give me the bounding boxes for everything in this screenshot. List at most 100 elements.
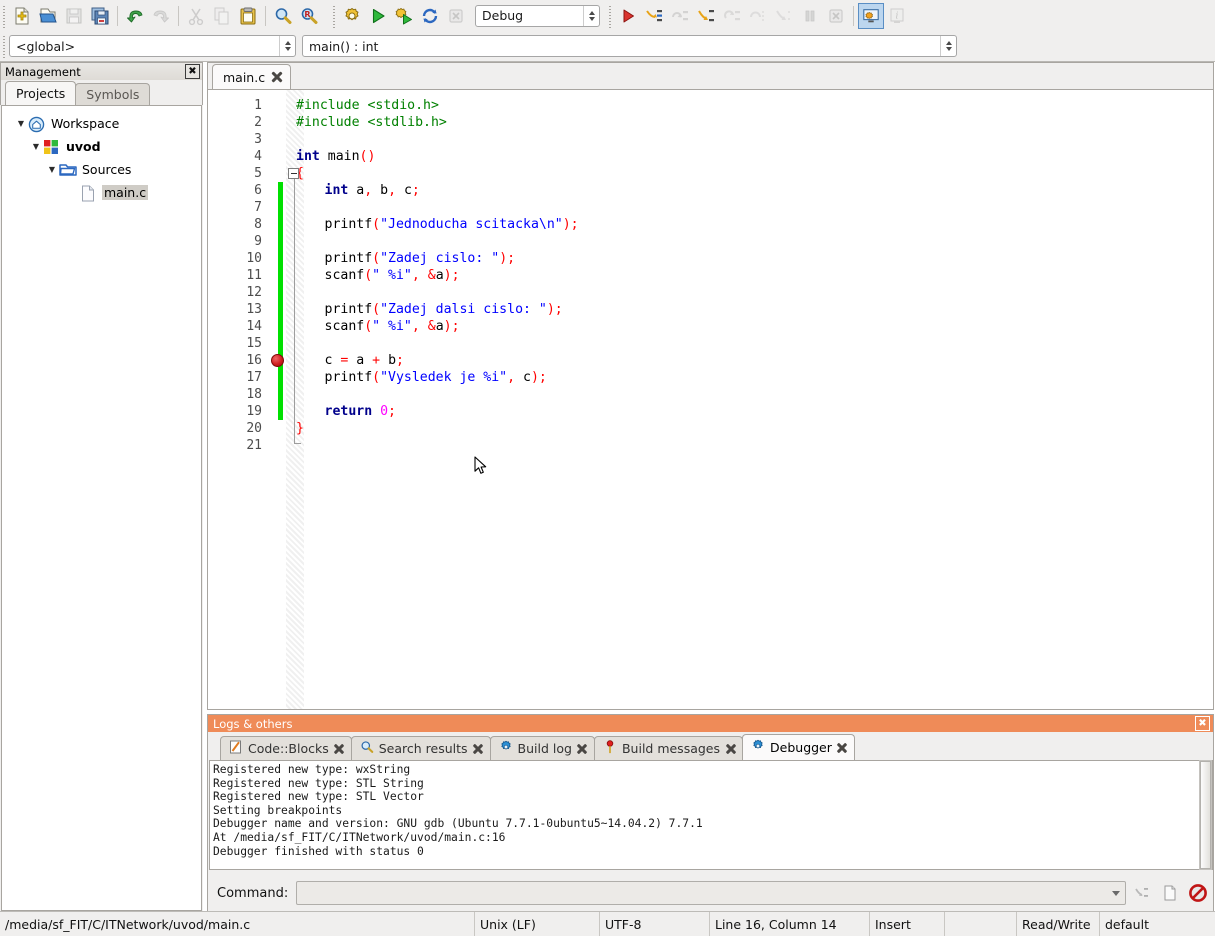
step-into-icon[interactable] [693,3,719,29]
tab-build-messages-label: Build messages [622,741,720,756]
code-line[interactable]: c = a + b; [296,352,404,369]
close-icon[interactable] [271,71,283,83]
function-spinner[interactable] [940,36,956,56]
log-scrollbar-vertical[interactable] [1199,760,1212,870]
clear-log-icon[interactable] [1186,880,1210,906]
scope-combo[interactable]: <global> [9,35,296,57]
close-icon[interactable] [577,743,588,754]
tab-build-messages[interactable]: Build messages [594,736,743,760]
code-line[interactable]: printf("Zadej cislo: "); [296,250,515,267]
toolbar-grip-debug[interactable] [606,4,615,28]
line-number: 6 [208,182,262,199]
code-line[interactable]: scanf(" %i", &a); [296,318,460,335]
run-to-cursor-icon[interactable] [641,3,667,29]
save-all-icon[interactable] [87,3,113,29]
code-text-area[interactable]: #include <stdio.h>#include <stdlib.h> int… [296,90,1213,709]
debugging-windows-icon[interactable] [858,3,884,29]
rebuild-icon[interactable] [417,3,443,29]
close-icon[interactable] [334,743,345,754]
code-line[interactable]: #include <stdlib.h> [296,114,447,131]
code-token: #include <stdio.h> [296,98,439,113]
build-and-run-icon[interactable] [391,3,417,29]
code-line[interactable]: return 0; [296,403,396,420]
code-line[interactable]: } [296,420,304,437]
build-icon[interactable] [339,3,365,29]
scope-spinner[interactable] [279,36,295,56]
tab-debugger[interactable]: Debugger [742,734,855,760]
status-file-path: /media/sf_FIT/C/ITNetwork/uvod/main.c [0,912,475,936]
tab-build-log[interactable]: Build log [490,736,595,760]
command-input[interactable] [296,881,1126,905]
project-tree[interactable]: ▼ Workspace ▼ [1,105,202,911]
workspace-icon [28,116,46,132]
chevron-down-icon[interactable]: ▼ [29,142,43,151]
close-icon[interactable] [473,743,484,754]
chevron-down-icon[interactable]: ▼ [45,165,59,174]
abort-build-icon [443,3,469,29]
chevron-down-icon[interactable] [1107,882,1125,904]
code-token: ); [531,370,547,385]
tab-search-results[interactable]: Search results [351,736,491,760]
toolbar-grip-build[interactable] [330,4,339,28]
tree-item-workspace[interactable]: ▼ Workspace [2,112,201,135]
tab-projects[interactable]: Projects [5,81,76,105]
new-file-icon[interactable] [9,3,35,29]
stop-debugger-icon [823,3,849,29]
tree-label-workspace: Workspace [49,116,121,131]
debug-command-icon[interactable] [1130,880,1154,906]
replace-icon[interactable]: R [296,3,322,29]
fold-collapse-icon[interactable] [288,168,299,179]
scope-toolbar-grip[interactable] [0,34,9,58]
close-icon[interactable] [837,742,848,753]
code-line[interactable]: int main() [296,148,375,165]
code-line[interactable]: printf("Zadej dalsi cislo: "); [296,301,563,318]
code-token: ); [444,268,460,283]
code-line[interactable]: scanf(" %i", &a); [296,267,460,284]
code-line[interactable]: printf("Jednoducha scitacka\n"); [296,216,579,233]
close-icon[interactable]: ✖ [185,64,200,79]
editor-tab-mainc[interactable]: main.c [212,64,291,89]
tree-item-mainc[interactable]: main.c [2,181,201,204]
breakpoint-marker[interactable] [271,354,284,367]
line-number: 21 [208,437,262,454]
code-token: () [360,149,376,164]
code-editor[interactable]: 123456789101112131415161718192021 #inclu… [208,90,1213,709]
step-into-instruction-icon [771,3,797,29]
code-token: return [325,404,373,419]
next-line-icon [667,3,693,29]
svg-text:R: R [304,10,310,19]
code-token: int [325,183,349,198]
toolbar-grip-main[interactable] [0,4,9,28]
copy-log-icon[interactable] [1158,880,1182,906]
debugger-log-output[interactable]: Registered new type: wxStringRegistered … [209,760,1213,870]
chevron-down-icon[interactable]: ▼ [14,119,28,128]
tab-build-log-label: Build log [518,741,572,756]
close-icon[interactable] [725,743,736,754]
build-target-spinner[interactable] [583,6,599,26]
undo-icon[interactable] [122,3,148,29]
tree-item-project[interactable]: ▼ uvod [2,135,201,158]
tab-codeblocks[interactable]: Code::Blocks [220,736,352,760]
find-icon[interactable] [270,3,296,29]
log-scrollbar-thumb[interactable] [1200,761,1211,869]
line-number: 4 [208,148,262,165]
run-icon[interactable] [365,3,391,29]
open-file-icon[interactable] [35,3,61,29]
build-target-combo[interactable]: Debug [475,5,600,27]
code-line[interactable]: int a, b, c; [296,182,420,199]
close-icon[interactable]: ✖ [1195,716,1210,731]
code-token: "Jednoducha scitacka\n" [380,217,563,232]
function-combo[interactable]: main() : int [302,35,957,57]
line-number: 12 [208,284,262,301]
paste-icon[interactable] [235,3,261,29]
tree-label-mainc: main.c [102,185,148,200]
tree-item-sources[interactable]: ▼ Sources [2,158,201,181]
code-token: , [412,319,428,334]
code-token: main [320,149,360,164]
tab-symbols[interactable]: Symbols [75,83,150,105]
code-token: c [396,183,412,198]
code-line[interactable]: printf("Vysledek je %i", c); [296,369,547,386]
code-line[interactable]: #include <stdio.h> [296,97,439,114]
debug-continue-icon[interactable] [615,3,641,29]
line-number: 14 [208,318,262,335]
